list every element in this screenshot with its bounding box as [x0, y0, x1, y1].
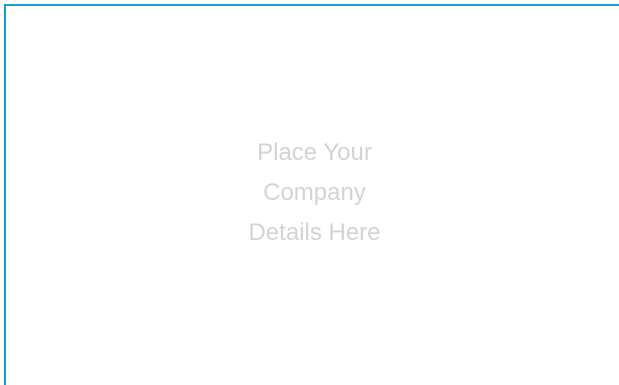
- company-details-panel: [4, 4, 619, 385]
